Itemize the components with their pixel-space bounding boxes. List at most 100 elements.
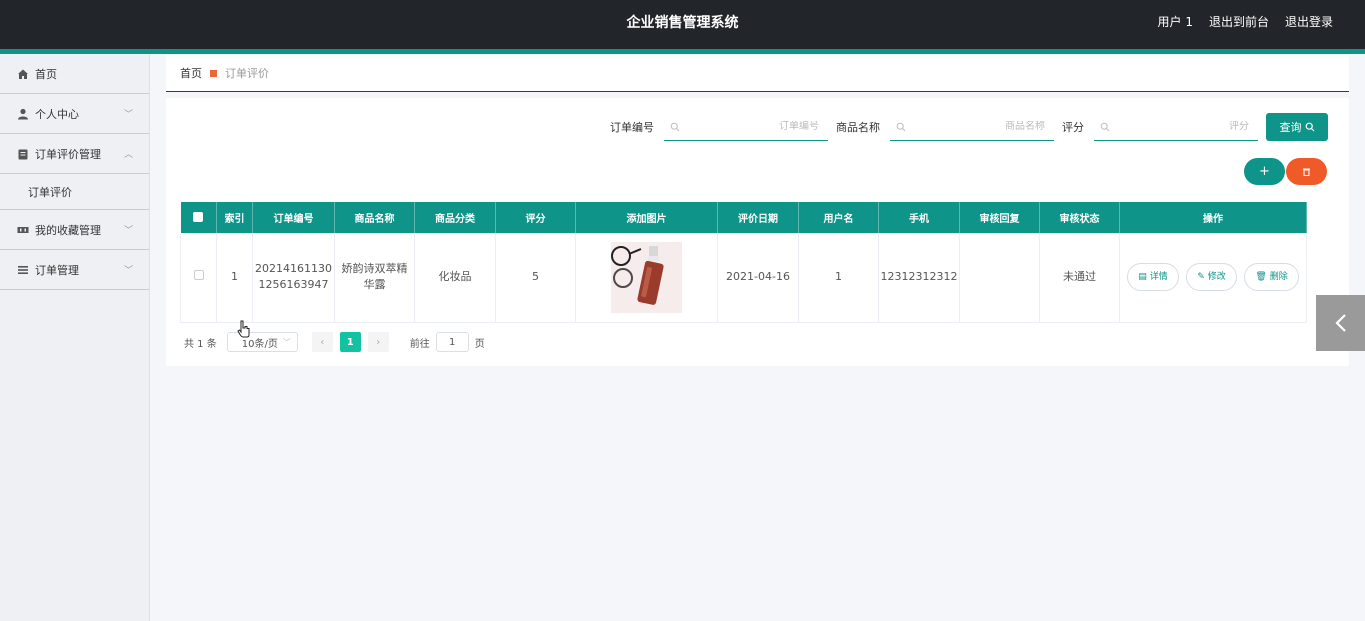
chevron-down-icon: ﹀ (123, 226, 133, 236)
main-card: 订单编号 商品名称 评分 查询 + 索引 (166, 98, 1349, 366)
index-cell: 1 (216, 233, 253, 323)
order-no-input[interactable] (684, 121, 819, 132)
column-header: 评价日期 (717, 202, 799, 233)
product-name-line: 华露 (363, 278, 386, 292)
chevron-down-icon: ﹀ (123, 266, 133, 276)
logout-link[interactable]: 退出登录 (1285, 13, 1333, 30)
add-button[interactable]: + (1244, 158, 1285, 185)
chevron-down-icon: ﹀ (282, 337, 291, 347)
column-header: 订单编号 (252, 202, 335, 233)
chevron-down-icon: ﹀ (123, 110, 133, 120)
chevron-up-icon: ︿ (123, 150, 133, 160)
column-header: 用户名 (798, 202, 879, 233)
product-name-cell: 娇韵诗双萃精 华露 (334, 233, 415, 323)
breadcrumb-current: 订单评价 (225, 67, 269, 80)
delete-button[interactable]: 🗑 删除 (1244, 263, 1299, 292)
order-no-field (664, 113, 828, 141)
row-select-cell (180, 233, 217, 323)
breadcrumb: 首页 订单评价 (166, 55, 1349, 92)
rating-cell: 5 (495, 233, 576, 323)
order-no-label: 订单编号 (610, 121, 654, 134)
review-status-cell: 未通过 (1039, 233, 1120, 323)
batch-delete-button[interactable] (1286, 158, 1327, 185)
review-date-cell: 2021-04-16 (717, 233, 799, 323)
product-name-input[interactable] (910, 121, 1045, 132)
column-header: 评分 (495, 202, 576, 233)
header-accent-line (0, 49, 1365, 54)
row-checkbox[interactable] (193, 270, 204, 281)
order-review-table: 索引 订单编号 商品名称 商品分类 评分 添加图片 评价日期 用户名 手机 审核… (180, 202, 1307, 323)
order-no-line: 20214161130 (255, 262, 332, 276)
detail-button-label: 详情 (1149, 272, 1168, 283)
review-reply-cell (959, 233, 1040, 323)
sidebar-item-label: 我的收藏管理 (35, 223, 101, 237)
home-icon (17, 68, 29, 80)
column-header: 商品分类 (414, 202, 496, 233)
chevron-right-icon: › (376, 336, 381, 348)
sidebar-item-home[interactable]: 首页 (0, 54, 149, 94)
goto-label: 前往 (409, 338, 430, 350)
sidebar-subitem-order-review[interactable]: 订单评价 (0, 174, 149, 210)
sidebar-item-favorites-management[interactable]: 我的收藏管理 ﹀ (0, 210, 149, 250)
total-count: 共 1 条 (184, 338, 217, 350)
detail-button[interactable]: ▤ 详情 (1127, 263, 1179, 292)
product-image[interactable] (611, 241, 682, 313)
rating-label: 评分 (1062, 121, 1084, 134)
user-menu-link[interactable]: 用户 1 (1158, 13, 1193, 30)
product-name-label: 商品名称 (836, 121, 880, 134)
page-suffix: 页 (474, 338, 485, 350)
delete-button-label: 删除 (1269, 272, 1288, 283)
rating-field (1094, 113, 1258, 141)
pagination: 共 1 条 10条/页 ﹀ ‹ 1 › 前往 页 (184, 332, 485, 352)
goto-page-input[interactable] (435, 332, 469, 352)
image-cell (575, 233, 718, 323)
breadcrumb-separator-icon (210, 69, 217, 77)
breadcrumb-home[interactable]: 首页 (180, 65, 202, 81)
column-header: 索引 (216, 202, 253, 233)
column-header: 商品名称 (334, 202, 415, 233)
sidebar: 首页 个人中心 ﹀ 订单评价管理 ︿ 订单评价 我的收藏管理 ﹀ 订单管理 ﹀ (0, 54, 150, 621)
top-links: 用户 1 退出到前台 退出登录 (1158, 13, 1333, 30)
sidebar-subitem-label: 订单评价 (28, 185, 72, 199)
select-all-checkbox[interactable] (193, 212, 204, 222)
prev-page-button[interactable]: ‹ (311, 332, 333, 352)
query-button[interactable]: 查询 (1266, 113, 1328, 141)
trash-icon (1303, 168, 1310, 176)
pencil-icon: ✎ (1197, 272, 1205, 283)
username-cell: 1 (798, 233, 879, 323)
add-button-label: + (1259, 164, 1270, 179)
search-icon (1305, 122, 1314, 132)
trash-icon: 🗑 (1255, 272, 1267, 283)
column-header: 添加图片 (575, 202, 718, 233)
sidebar-item-label: 首页 (35, 67, 57, 81)
collection-icon (17, 224, 29, 236)
top-header: 企业销售管理系统 用户 1 退出到前台 退出登录 (0, 0, 1365, 49)
page-number-button[interactable]: 1 (339, 332, 361, 352)
rating-input[interactable] (1114, 121, 1249, 132)
sidebar-item-label: 订单评价管理 (35, 147, 101, 161)
table-header-row: 索引 订单编号 商品名称 商品分类 评分 添加图片 评价日期 用户名 手机 审核… (180, 202, 1307, 233)
table-row: 1 20214161130 1256163947 娇韵诗双萃精 华露 化妆品 5 (180, 233, 1307, 323)
sidebar-item-personal-center[interactable]: 个人中心 ﹀ (0, 94, 149, 134)
sidebar-item-label: 个人中心 (35, 107, 79, 121)
document-icon: ▤ (1138, 272, 1147, 283)
edit-button-label: 修改 (1207, 272, 1226, 283)
column-header: 手机 (878, 202, 960, 233)
sidebar-item-label: 订单管理 (35, 263, 79, 277)
order-no-cell: 20214161130 1256163947 (252, 233, 335, 323)
sidebar-item-order-review-management[interactable]: 订单评价管理 ︿ (0, 134, 149, 174)
next-page-button[interactable]: › (367, 332, 389, 352)
hand-cursor-icon (237, 320, 250, 338)
chevron-left-icon (1334, 314, 1346, 332)
exit-to-front-link[interactable]: 退出到前台 (1209, 13, 1269, 30)
search-bar: 订单编号 商品名称 评分 查询 (602, 113, 1328, 141)
collapse-panel-button[interactable] (1316, 295, 1365, 351)
category-cell: 化妆品 (414, 233, 496, 323)
select-all-header[interactable] (180, 202, 217, 233)
product-name-field (890, 113, 1054, 141)
edit-button[interactable]: ✎ 修改 (1186, 263, 1237, 292)
sidebar-item-order-management[interactable]: 订单管理 ﹀ (0, 250, 149, 290)
list-icon (17, 264, 29, 276)
column-header: 审核状态 (1039, 202, 1120, 233)
phone-cell: 12312312312 (878, 233, 960, 323)
